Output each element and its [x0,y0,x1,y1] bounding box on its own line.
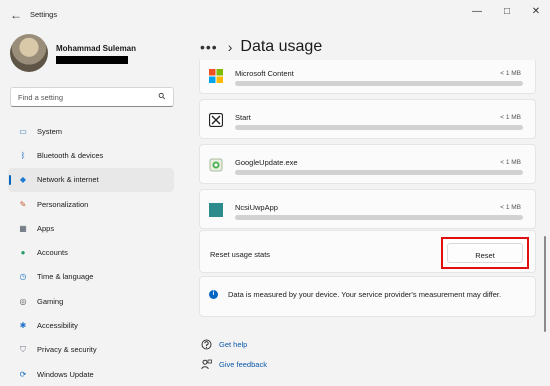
sidebar-item-time-language[interactable]: ◷ Time & language [8,265,174,289]
app-usage-row[interactable]: GoogleUpdate.exe < 1 MB [199,144,536,184]
chevron-right-icon: › [227,39,233,55]
brush-icon: ✎ [19,199,27,209]
app-usage-row[interactable]: NcsiUwpApp < 1 MB [199,189,536,229]
app-name: NcsiUwpApp [235,203,278,212]
give-feedback-link[interactable]: Give feedback [200,358,267,370]
app-name: Microsoft Content [235,69,294,78]
system-icon: ▭ [19,126,27,136]
sidebar-item-personalization[interactable]: ✎ Personalization [8,192,174,216]
search-input[interactable] [18,93,153,102]
breadcrumb: ••• › Data usage [200,38,322,56]
get-help-link[interactable]: Get help [200,338,247,350]
sidebar-item-apps[interactable]: ▦ Apps [8,216,174,240]
sidebar-item-label: Accounts [37,248,68,258]
sidebar-item-gaming[interactable]: ◎ Gaming [8,289,174,313]
sidebar-item-label: Gaming [37,296,64,306]
reset-highlight-box: Reset [441,237,529,269]
sidebar-item-label: Bluetooth & devices [37,150,104,160]
usage-bar [235,81,523,86]
feedback-icon [200,358,212,370]
avatar[interactable] [10,34,48,72]
title-bar: ← Settings — □ ✕ [0,0,550,30]
sidebar-item-label: Windows Update [37,369,94,379]
sidebar-item-accounts[interactable]: ● Accounts [8,240,174,264]
microsoft-logo-icon [209,69,223,83]
back-arrow-icon[interactable]: ← [10,8,22,22]
sidebar-item-label: Personalization [37,199,89,209]
reset-usage-label: Reset usage stats [210,250,271,259]
apps-icon: ▦ [19,223,27,233]
update-icon: ⟳ [19,369,27,379]
search-box[interactable]: ⚲ [10,87,174,107]
sidebar-item-label: Time & language [37,272,94,282]
person-icon: ● [20,248,26,258]
usage-bar [235,215,523,220]
sidebar-item-bluetooth[interactable]: ᛒ Bluetooth & devices [8,143,174,167]
info-box: i Data is measured by your device. Your … [199,276,536,317]
accessibility-icon: ✱ [19,321,27,331]
window-title: Settings [30,10,58,19]
reset-button-label: Reset [475,251,495,260]
sidebar-item-label: Accessibility [37,321,78,331]
sidebar-item-label: Network & internet [37,175,99,185]
sidebar-item-windows-update[interactable]: ⟳ Windows Update [8,362,174,386]
sidebar-item-privacy[interactable]: ⛉ Privacy & security [8,338,174,362]
wifi-icon: ◆ [19,175,27,185]
user-name: Mohammad Suleman [56,44,137,53]
app-data-size: < 1 MB [500,204,521,211]
google-update-icon [209,158,223,172]
give-feedback-label: Give feedback [219,359,267,369]
sidebar-nav: ▭ System ᛒ Bluetooth & devices ◆ Network… [8,119,174,386]
shield-icon: ⛉ [20,344,26,354]
info-icon: i [209,290,218,299]
controller-icon: ◎ [19,296,27,306]
globe-clock-icon: ◷ [19,272,27,282]
ncsi-app-icon [209,203,223,217]
app-data-size: < 1 MB [500,159,521,166]
app-name: GoogleUpdate.exe [235,158,298,167]
sidebar-item-network[interactable]: ◆ Network & internet [8,167,174,192]
sidebar-item-label: System [37,126,63,136]
app-usage-row[interactable]: Start < 1 MB [199,99,536,139]
app-name: Start [235,113,251,122]
redacted-email [56,56,128,64]
help-icon [200,338,212,350]
app-usage-row[interactable]: Microsoft Content < 1 MB [199,60,536,94]
sidebar-item-system[interactable]: ▭ System [8,119,174,143]
search-icon[interactable]: ⚲ [156,90,168,102]
start-app-icon [209,113,223,127]
reset-usage-row: Reset usage stats Reset [199,230,536,273]
info-text: Data is measured by your device. Your se… [228,290,502,299]
bluetooth-icon: ᛒ [20,150,26,160]
usage-bar [235,125,523,130]
minimize-button[interactable]: — [468,5,486,19]
sidebar-item-label: Privacy & security [37,345,97,355]
app-data-size: < 1 MB [500,114,521,121]
maximize-button[interactable]: □ [498,5,516,19]
page-title: Data usage [240,38,323,55]
get-help-label: Get help [219,339,248,349]
sidebar-item-accessibility[interactable]: ✱ Accessibility [8,313,174,337]
close-button[interactable]: ✕ [527,5,545,19]
usage-bar [235,170,523,175]
reset-button[interactable]: Reset [447,243,523,263]
more-dots-icon[interactable]: ••• [200,40,218,54]
app-data-size: < 1 MB [500,70,521,77]
scrollbar-thumb[interactable] [544,236,546,332]
sidebar-item-label: Apps [37,223,55,233]
